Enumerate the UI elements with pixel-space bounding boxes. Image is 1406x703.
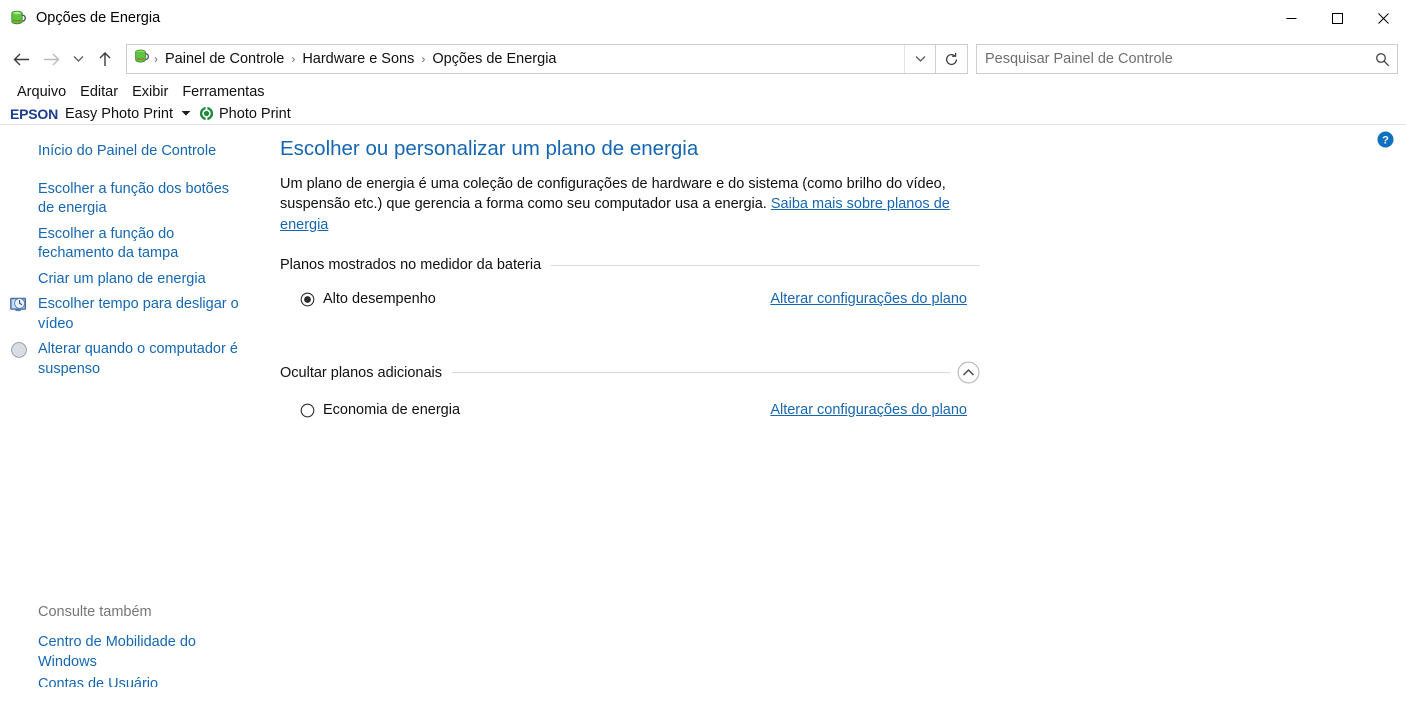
sidebar-item-label: Alterar quando o computador é suspenso: [38, 341, 238, 377]
sidebar-item-windows-mobility-center[interactable]: Centro de Mobilidade do Windows: [0, 630, 262, 675]
menu-item-editar[interactable]: Editar: [73, 83, 125, 102]
back-button[interactable]: [6, 44, 36, 74]
minimize-button[interactable]: [1268, 0, 1314, 36]
power-battery-icon: [9, 9, 27, 27]
content-area: Início do Painel de Controle Escolher a …: [0, 125, 1406, 687]
search-icon[interactable]: [1367, 52, 1397, 67]
sidebar-item-turn-off-display[interactable]: Escolher tempo para desligar o vídeo: [0, 292, 262, 337]
group-heading-label: Planos mostrados no medidor da bateria: [280, 257, 542, 274]
menu-item-arquivo[interactable]: Arquivo: [10, 83, 73, 102]
svg-text:?: ?: [1382, 134, 1389, 146]
sidebar-item-power-buttons[interactable]: Escolher a função dos botões de energia: [0, 177, 262, 222]
epson-toolbar: EPSON Easy Photo Print Photo Print: [0, 103, 1406, 124]
sidebar-item-label: Escolher tempo para desligar o vídeo: [38, 296, 239, 332]
breadcrumb-item-hardware-sounds[interactable]: Hardware e Sons: [297, 49, 419, 69]
title-bar-left: Opções de Energia: [0, 9, 160, 27]
breadcrumb-power-icon: [133, 48, 152, 70]
see-also-title: Consulte também: [38, 604, 152, 620]
group-heading-label: Ocultar planos adicionais: [280, 364, 443, 381]
window-controls: [1268, 0, 1406, 36]
plan-group-additional-plans: Ocultar planos adicionais Economia de en…: [280, 361, 980, 424]
close-button[interactable]: [1360, 0, 1406, 36]
title-bar: Opções de Energia: [0, 0, 1406, 36]
epson-photo-print-icon: [199, 106, 214, 121]
epson-logo: EPSON: [10, 105, 59, 122]
address-toolbar: › Painel de Controle › Hardware e Sons ›…: [0, 36, 1406, 82]
maximize-button[interactable]: [1314, 0, 1360, 36]
breadcrumb-separator: ›: [291, 52, 296, 66]
sidebar-item-control-panel-home[interactable]: Início do Painel de Controle: [0, 139, 262, 165]
change-plan-settings-link-2[interactable]: Alterar configurações do plano: [770, 402, 980, 418]
chevron-up-circle-icon[interactable]: [957, 361, 980, 384]
breadcrumb: › Painel de Controle › Hardware e Sons ›…: [127, 48, 904, 70]
see-also-section: Consulte também Centro de Mobilidade do …: [0, 604, 262, 687]
refresh-icon[interactable]: [936, 44, 968, 74]
photo-print-button[interactable]: Photo Print: [197, 106, 291, 122]
breadcrumb-item-power-options[interactable]: Opções de Energia: [427, 49, 561, 69]
plan-name: Alto desempenho: [323, 291, 436, 308]
address-history-chevron-down-icon[interactable]: [904, 45, 935, 73]
easy-photo-print-label[interactable]: Easy Photo Print: [65, 106, 173, 122]
menu-bar: Arquivo Editar Exibir Ferramentas: [0, 82, 1406, 103]
change-plan-settings-link-1[interactable]: Alterar configurações do plano: [770, 291, 980, 307]
menu-item-exibir[interactable]: Exibir: [125, 83, 175, 102]
help-question-icon[interactable]: ?: [1377, 131, 1394, 148]
recent-locations-chevron-down-icon[interactable]: [66, 44, 90, 74]
search-box[interactable]: [976, 44, 1398, 74]
search-input[interactable]: [977, 51, 1367, 67]
radio-alto-desempenho[interactable]: [300, 292, 315, 307]
photo-print-label: Photo Print: [219, 105, 291, 122]
intro-paragraph: Um plano de energia é uma coleção de con…: [280, 174, 976, 236]
window-title: Opções de Energia: [36, 9, 161, 26]
sidebar-item-create-power-plan[interactable]: Criar um plano de energia: [0, 267, 262, 293]
group-heading-row: Planos mostrados no medidor da bateria: [280, 257, 980, 273]
sidebar-item-label: Contas de Usuário: [38, 676, 159, 687]
group-heading-rule: [551, 264, 980, 266]
sidebar-item-lid-close[interactable]: Escolher a função do fechamento da tampa: [0, 222, 262, 267]
plan-row-economia-de-energia[interactable]: Economia de energia Alterar configuraçõe…: [280, 396, 980, 424]
main-panel: ? Escolher ou personalizar um plano de e…: [262, 125, 1406, 687]
plan-group-battery-meter: Planos mostrados no medidor da bateria A…: [280, 257, 980, 313]
sidebar-item-when-computer-sleeps[interactable]: Alterar quando o computador é suspenso: [0, 337, 262, 382]
sidebar-item-label: Escolher a função dos botões de energia: [38, 180, 230, 217]
sidebar-item-label: Início do Painel de Controle: [38, 143, 217, 159]
radio-economia-de-energia[interactable]: [300, 403, 315, 418]
breadcrumb-separator: ›: [421, 52, 426, 66]
page-title: Escolher ou personalizar um plano de ene…: [280, 137, 699, 160]
plan-row-alto-desempenho[interactable]: Alto desempenho Alterar configurações do…: [280, 285, 980, 313]
forward-button[interactable]: [36, 44, 66, 74]
group-heading-rule: [452, 372, 950, 374]
plan-name: Economia de energia: [323, 402, 461, 419]
monitor-clock-icon: [10, 296, 28, 314]
breadcrumb-item-control-panel[interactable]: Painel de Controle: [160, 49, 289, 69]
group-heading-row: Ocultar planos adicionais: [280, 361, 980, 384]
sidebar: Início do Painel de Controle Escolher a …: [0, 125, 262, 687]
sidebar-item-label: Centro de Mobilidade do Windows: [38, 634, 196, 670]
up-button[interactable]: [90, 44, 120, 74]
sidebar-item-label: Criar um plano de energia: [38, 270, 206, 287]
breadcrumb-separator: ›: [154, 52, 158, 66]
sleep-moon-icon: [10, 341, 28, 359]
sidebar-item-user-accounts[interactable]: Contas de Usuário: [0, 675, 262, 687]
sidebar-item-label: Escolher a função do fechamento da tampa: [38, 225, 179, 262]
address-bar[interactable]: › Painel de Controle › Hardware e Sons ›…: [126, 44, 936, 74]
menu-item-ferramentas[interactable]: Ferramentas: [175, 83, 271, 102]
epson-chevron-down-icon[interactable]: [181, 110, 191, 117]
